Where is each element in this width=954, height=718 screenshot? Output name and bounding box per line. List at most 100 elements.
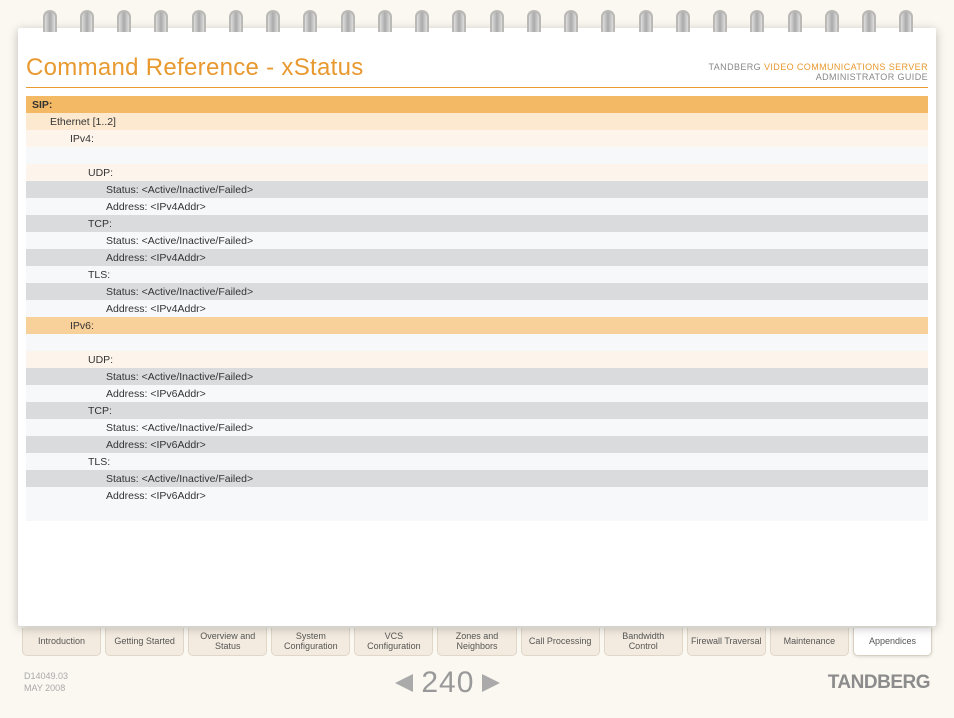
row-text: SIP: [32,99,52,111]
ring-icon [229,10,241,36]
ring-icon [750,10,762,36]
footer: D14049.03 MAY 2008 240 TANDBERG [24,664,930,702]
product-name: VIDEO COMMUNICATIONS SERVER [764,62,928,72]
row-text: Status: <Active/Inactive/Failed> [106,422,253,434]
table-row: Address: <IPv6Addr> [26,385,928,402]
table-row: TLS: [26,266,928,283]
row-text: TLS: [88,269,110,281]
table-row: IPv4: [26,130,928,147]
row-text: Address: <IPv6Addr> [106,388,206,400]
row-text: Address: <IPv6Addr> [106,439,206,451]
tab-call-processing[interactable]: Call Processing [521,628,600,656]
ring-icon [676,10,688,36]
table-row: TCP: [26,215,928,232]
row-text: IPv4: [70,133,94,145]
ring-icon [415,10,427,36]
ring-icon [564,10,576,36]
ring-icon [639,10,651,36]
tab-bandwidth-control[interactable]: Bandwidth Control [604,628,683,656]
row-text: Status: <Active/Inactive/Failed> [106,184,253,196]
header: Command Reference - xStatus TANDBERG VID… [26,54,928,88]
table-row [26,147,928,164]
ring-icon [527,10,539,36]
table-row: UDP: [26,164,928,181]
ring-icon [825,10,837,36]
ring-icon [601,10,613,36]
tab-zones-and-neighbors[interactable]: Zones and Neighbors [437,628,516,656]
brand-name: TANDBERG [709,62,762,72]
ring-icon [490,10,502,36]
row-text: UDP: [88,167,113,179]
status-table: SIP: Ethernet [1..2] IPv4: UDP: Status: <Act… [26,96,928,521]
table-row [26,334,928,351]
spiral-binding [0,0,954,36]
ring-icon [266,10,278,36]
ring-icon [303,10,315,36]
ring-icon [154,10,166,36]
table-row: Ethernet [1..2] [26,113,928,130]
nav-tabs: IntroductionGetting StartedOverview and … [12,628,942,656]
table-row: TLS: [26,453,928,470]
table-row: Status: <Active/Inactive/Failed> [26,181,928,198]
table-row: Status: <Active/Inactive/Failed> [26,419,928,436]
table-row: Status: <Active/Inactive/Failed> [26,470,928,487]
row-text: TLS: [88,456,110,468]
tab-overview-and-status[interactable]: Overview and Status [188,628,267,656]
header-right: TANDBERG VIDEO COMMUNICATIONS SERVER ADM… [709,62,928,82]
row-text: TCP: [88,405,112,417]
row-text: Address: <IPv4Addr> [106,201,206,213]
pager: 240 [395,666,500,700]
next-page-icon[interactable] [482,674,500,692]
table-row [26,504,928,521]
table-row: UDP: [26,351,928,368]
ring-icon [117,10,129,36]
row-text: Status: <Active/Inactive/Failed> [106,371,253,383]
table-row: Address: <IPv4Addr> [26,198,928,215]
ring-icon [341,10,353,36]
row-text: IPv6: [70,320,94,332]
table-row: Address: <IPv6Addr> [26,487,928,504]
tab-getting-started[interactable]: Getting Started [105,628,184,656]
table-row: Status: <Active/Inactive/Failed> [26,283,928,300]
ring-icon [192,10,204,36]
table-row: SIP: [26,96,928,113]
table-row: Address: <IPv6Addr> [26,436,928,453]
ring-icon [788,10,800,36]
row-text: TCP: [88,218,112,230]
ring-icon [43,10,55,36]
doc-info: D14049.03 MAY 2008 [24,671,68,694]
tab-introduction[interactable]: Introduction [22,628,101,656]
table-row: TCP: [26,402,928,419]
tab-system-configuration[interactable]: System Configuration [271,628,350,656]
page-title: Command Reference - xStatus [26,54,364,82]
row-text: Status: <Active/Inactive/Failed> [106,235,253,247]
table-row: Address: <IPv4Addr> [26,249,928,266]
tab-appendices[interactable]: Appendices [853,628,932,656]
row-text: UDP: [88,354,113,366]
doc-date: MAY 2008 [24,683,68,695]
doc-number: D14049.03 [24,671,68,683]
ring-icon [378,10,390,36]
brand-logo: TANDBERG [828,672,930,694]
guide-subtitle: ADMINISTRATOR GUIDE [709,72,928,82]
row-text: Address: <IPv6Addr> [106,490,206,502]
row-text: Status: <Active/Inactive/Failed> [106,286,253,298]
table-row: Status: <Active/Inactive/Failed> [26,368,928,385]
ring-icon [862,10,874,36]
ring-icon [452,10,464,36]
tab-firewall-traversal[interactable]: Firewall Traversal [687,628,766,656]
ring-icon [80,10,92,36]
row-text: Status: <Active/Inactive/Failed> [106,473,253,485]
row-text: Address: <IPv4Addr> [106,303,206,315]
prev-page-icon[interactable] [395,674,413,692]
tab-maintenance[interactable]: Maintenance [770,628,849,656]
ring-icon [713,10,725,36]
table-row: Address: <IPv4Addr> [26,300,928,317]
tab-vcs-configuration[interactable]: VCS Configuration [354,628,433,656]
row-text: Address: <IPv4Addr> [106,252,206,264]
page-body: Command Reference - xStatus TANDBERG VID… [18,28,936,626]
page-number: 240 [421,666,474,700]
table-row: Status: <Active/Inactive/Failed> [26,232,928,249]
row-text: Ethernet [1..2] [50,116,116,128]
ring-icon [899,10,911,36]
